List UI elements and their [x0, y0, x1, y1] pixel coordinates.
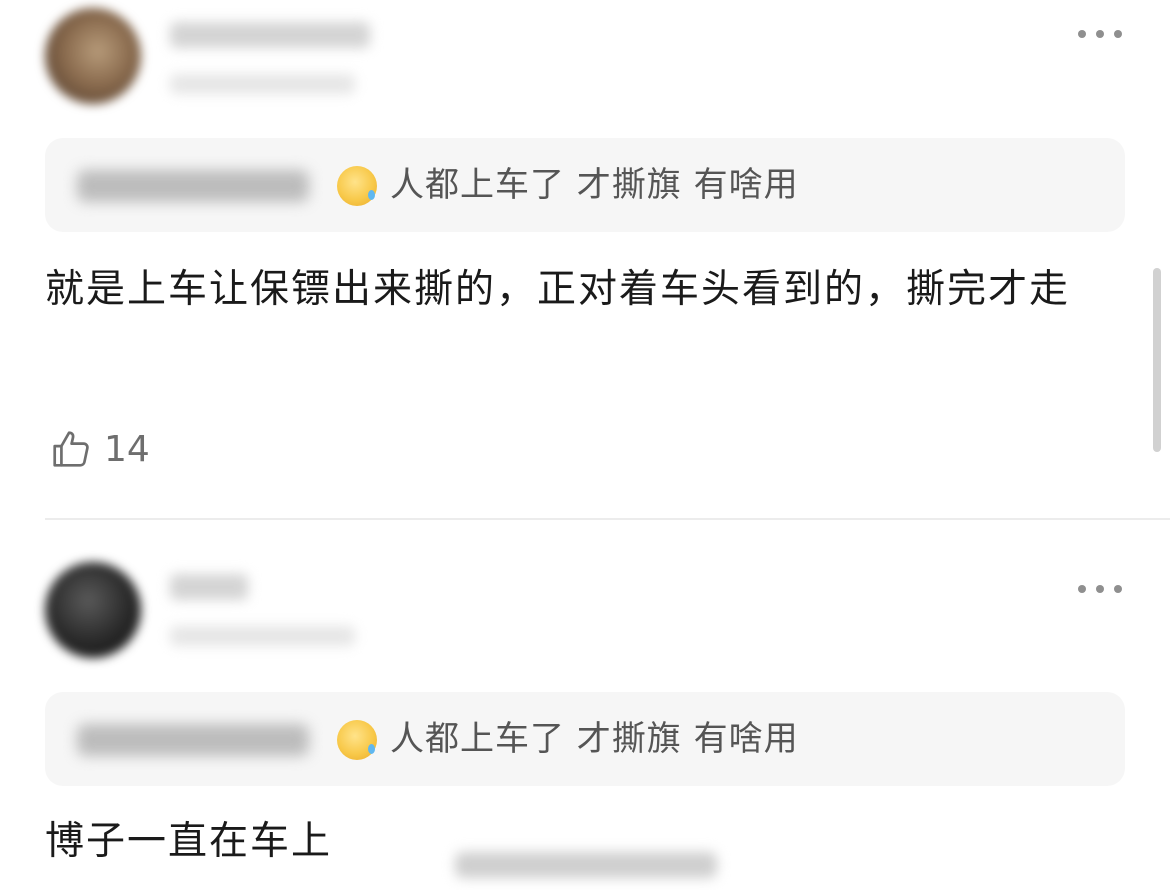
crying-laughing-emoji-icon: [337, 166, 377, 206]
timestamp-redacted: [170, 74, 355, 94]
timestamp-redacted: [170, 626, 355, 646]
more-dot: [1114, 30, 1122, 38]
comment-body: 就是上车让保镖出来撕的，正对着车头看到的，撕完才走: [45, 267, 1071, 312]
more-options-button[interactable]: [1078, 27, 1122, 41]
avatar[interactable]: [45, 562, 141, 658]
comment-item: 人都上车了 才撕旗 有啥用 就是上车让保镖出来撕的，正对着车头看到的，撕完才走 …: [0, 0, 1170, 520]
quoted-text: 人都上车了 才撕旗 有啥用: [390, 719, 799, 759]
crying-laughing-emoji-icon: [337, 720, 377, 760]
quoted-text: 人都上车了 才撕旗 有啥用: [390, 165, 799, 205]
username-redacted[interactable]: [170, 22, 370, 48]
thumbs-up-icon: [53, 431, 89, 467]
comment-feed: 人都上车了 才撕旗 有啥用 就是上车让保镖出来撕的，正对着车头看到的，撕完才走 …: [0, 0, 1170, 890]
quoted-username-redacted: [77, 170, 309, 202]
more-dot: [1078, 585, 1086, 593]
more-dot: [1096, 585, 1104, 593]
more-dot: [1096, 30, 1104, 38]
avatar[interactable]: [45, 8, 141, 104]
more-options-button[interactable]: [1078, 582, 1122, 596]
quoted-reply[interactable]: 人都上车了 才撕旗 有啥用: [45, 692, 1125, 786]
like-button[interactable]: 14: [48, 426, 150, 472]
more-dot: [1078, 30, 1086, 38]
quoted-reply[interactable]: 人都上车了 才撕旗 有啥用: [45, 138, 1125, 232]
username-redacted[interactable]: [170, 574, 248, 600]
scrollbar[interactable]: [1153, 268, 1161, 452]
redacted-overlay: [455, 852, 717, 878]
quoted-username-redacted: [77, 724, 309, 756]
more-dot: [1114, 585, 1122, 593]
comment-item: 人都上车了 才撕旗 有啥用 博子一直在车上: [0, 520, 1170, 890]
like-count: 14: [104, 428, 150, 470]
